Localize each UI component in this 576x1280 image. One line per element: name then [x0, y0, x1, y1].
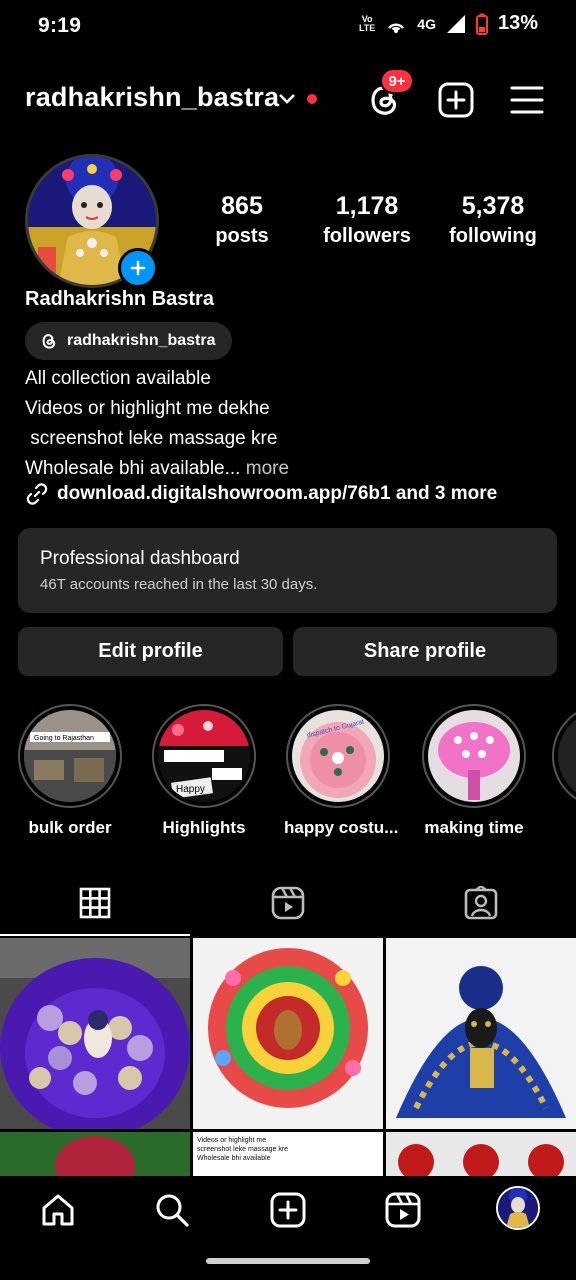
nav-search[interactable] [152, 1190, 192, 1230]
link-text: download.digitalshowroom.app/76b1 and 3 … [57, 483, 498, 504]
grid-post[interactable] [0, 1132, 190, 1176]
active-tab-indicator [0, 934, 190, 936]
svg-text:Happy: Happy [176, 784, 205, 795]
highlight-cover: dispatch to Gujarat [286, 704, 390, 808]
tab-reels[interactable] [193, 870, 383, 936]
stat-following[interactable]: 5,378 following [438, 192, 548, 248]
highlight-bulk-order[interactable]: Going to Rajasthan bulk order [16, 704, 124, 838]
share-profile-button[interactable]: Share profile [293, 627, 557, 676]
menu-icon[interactable] [510, 84, 544, 116]
stat-label: posts [215, 225, 269, 247]
nav-reels[interactable] [383, 1190, 423, 1230]
svg-text:Going to Rajasthan: Going to Rajasthan [34, 735, 94, 742]
stat-followers[interactable]: 1,178 followers [312, 192, 422, 248]
highlight-happy-costumes[interactable]: dispatch to Gujarat happy costu... [284, 704, 399, 838]
edit-profile-button[interactable]: Edit profile [18, 627, 283, 676]
highlight-label: bulk order [28, 818, 112, 837]
chevron-down-icon[interactable] [278, 92, 296, 106]
threads-handle: radhakrishn_bastra [67, 332, 216, 349]
grid-post[interactable] [0, 938, 190, 1129]
highlight-partial[interactable] [552, 704, 576, 808]
nav-home[interactable] [38, 1190, 78, 1230]
battery-percent: 13% [497, 12, 538, 34]
grid-post[interactable] [386, 1132, 576, 1176]
nav-profile-avatar[interactable] [496, 1186, 540, 1230]
hotspot-icon [388, 23, 405, 33]
system-home-indicator[interactable] [206, 1258, 370, 1264]
signal-icon [446, 14, 465, 33]
add-story-button[interactable] [118, 248, 158, 288]
reels-icon [385, 1192, 421, 1228]
battery-icon [475, 13, 488, 35]
stat-label: following [449, 225, 537, 247]
bio: All collection available Videos or highli… [25, 368, 290, 479]
highlight-cover: Happy [152, 704, 256, 808]
highlight-label: Highlights [162, 818, 246, 837]
reels-icon [271, 886, 305, 920]
grid-post[interactable]: Videos or highlight me screenshot leke m… [193, 1132, 383, 1176]
stat-label: followers [323, 225, 411, 247]
highlight-label: making time [424, 818, 524, 837]
status-icons: Vo LTE 4G 13% [359, 12, 538, 35]
threads-small-icon [42, 334, 56, 349]
tagged-person-icon [464, 886, 498, 920]
tab-tagged[interactable] [386, 870, 576, 936]
professional-dashboard[interactable]: Professional dashboard 46T accounts reac… [18, 528, 557, 613]
grid-icon [79, 887, 111, 919]
notification-badge: 9+ [380, 68, 414, 94]
home-icon [42, 1194, 74, 1226]
volte-indicator: Vo LTE [358, 13, 376, 33]
plus-icon [130, 260, 146, 276]
bio-link[interactable]: download.digitalshowroom.app/76b1 and 3 … [25, 482, 497, 506]
highlight-label: happy costu... [284, 818, 399, 837]
grid-post-text: Videos or highlight me screenshot leke m… [197, 1137, 289, 1162]
grid-post[interactable] [386, 938, 576, 1129]
network-type: 4G [417, 15, 436, 32]
new-post-icon[interactable] [438, 82, 474, 118]
highlight-highlights[interactable]: Happy Highlights [150, 704, 258, 838]
highlight-making-time[interactable]: making time [420, 704, 528, 838]
status-time: 9:19 [38, 14, 82, 37]
dashboard-title: Professional dashboard [40, 548, 240, 569]
highlight-cover [552, 704, 576, 808]
dashboard-subtitle: 46T accounts reached in the last 30 days… [40, 576, 318, 593]
stat-value: 5,378 [461, 192, 525, 220]
highlight-cover: Going to Rajasthan [18, 704, 122, 808]
account-switcher-username[interactable]: radhakrishn_bastra [25, 82, 279, 113]
grid-post[interactable] [193, 938, 383, 1129]
threads-profile-chip[interactable]: radhakrishn_bastra [25, 322, 232, 360]
nav-create[interactable] [268, 1190, 308, 1230]
tab-posts-grid[interactable] [0, 870, 190, 936]
stat-value: 1,178 [335, 192, 399, 220]
display-name: Radhakrishn Bastra [25, 288, 214, 310]
account-notification-dot [307, 94, 317, 104]
create-post-icon [270, 1192, 306, 1228]
highlight-cover [422, 704, 526, 808]
bio-more-link[interactable]: more [240, 458, 289, 479]
stat-posts[interactable]: 865 posts [192, 192, 292, 248]
stat-value: 865 [221, 192, 263, 220]
link-icon [26, 483, 48, 505]
search-icon [156, 1194, 189, 1227]
